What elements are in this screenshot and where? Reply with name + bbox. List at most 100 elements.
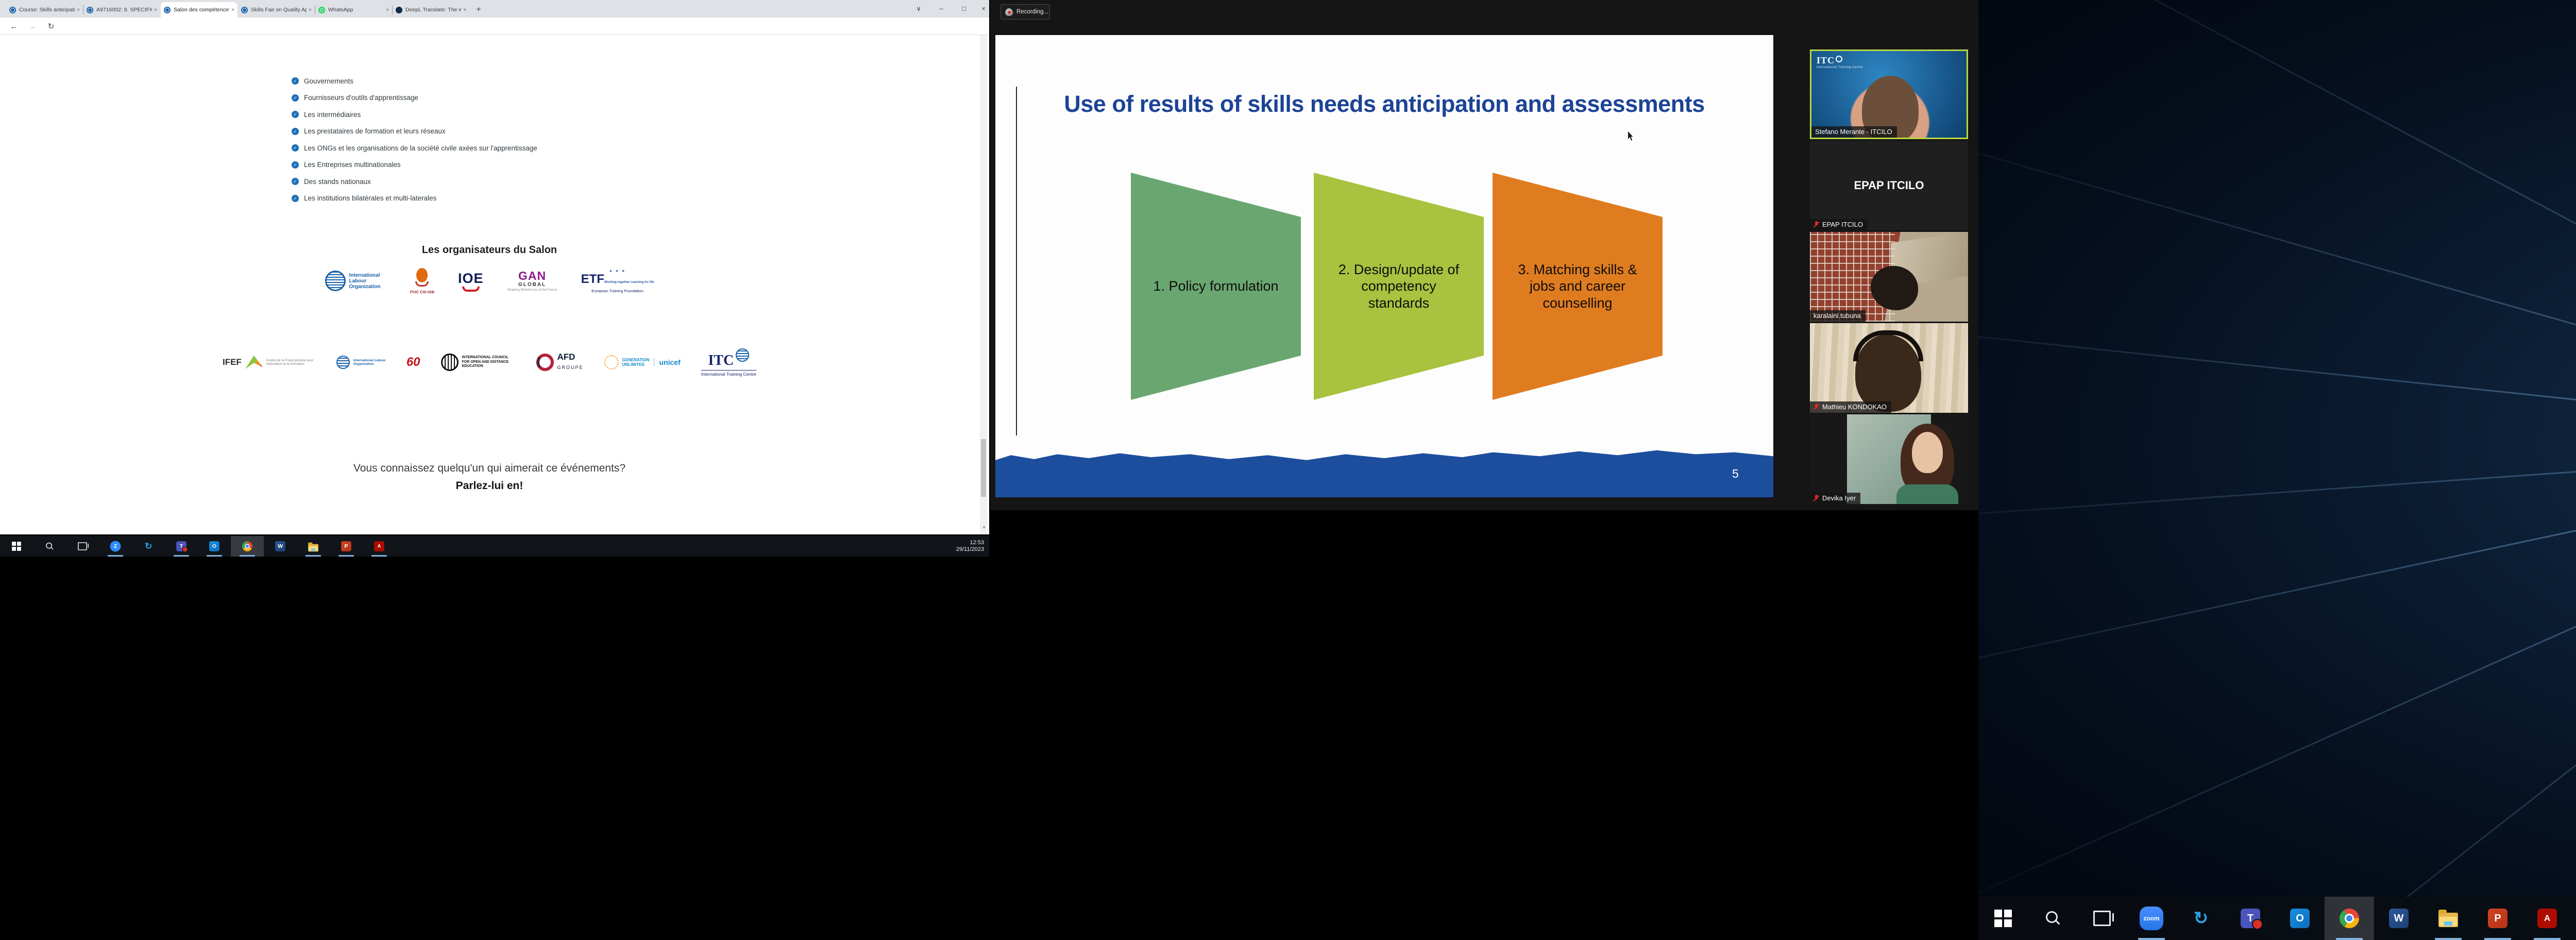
tab-whatsapp[interactable]: WhatsApp ×: [315, 2, 392, 18]
taskbar-acrobat-app[interactable]: A: [2522, 897, 2572, 940]
scrollbar-thumb[interactable]: [981, 439, 986, 497]
participant-name-label: Stefano Merante - ITCILO: [1811, 126, 1897, 138]
taskbar-chrome-app[interactable]: [2325, 897, 2374, 940]
taskbar-file-explorer[interactable]: [2424, 897, 2473, 940]
taskbar-chrome-app[interactable]: [231, 536, 264, 557]
taskbar-sync-app[interactable]: ↻: [132, 536, 165, 557]
zoom-app-icon: Z: [110, 541, 121, 552]
running-indicator: [2534, 938, 2561, 940]
participant-tile-mathieu[interactable]: Mathieu KONDOKAO: [1810, 323, 1968, 413]
reload-button[interactable]: ↻: [45, 21, 57, 32]
head-shape: [1871, 266, 1918, 310]
footer-cta: Parlez-lui en!: [0, 480, 979, 492]
taskbar-zoom-app[interactable]: Z: [99, 536, 132, 557]
logo-subtext: Institut de la Francophonie pour l'éduca…: [266, 359, 316, 366]
tab-salon-des-competences[interactable]: Salon des compétences sur les a ×: [161, 2, 238, 18]
light-beam: [1978, 0, 2576, 444]
whatsapp-favicon: [318, 7, 325, 13]
tab-close-icon[interactable]: ×: [463, 7, 466, 13]
teams-app-icon: T: [176, 541, 187, 551]
etf-logo: ★ ★ ★ ETFWorking together Learning for l…: [581, 269, 654, 293]
logo-text: AFD: [557, 352, 575, 362]
window-minimize-button[interactable]: –: [931, 0, 951, 18]
footer-question: Vous connaissez quelqu'un qui aimerait c…: [0, 462, 979, 475]
taskbar-word-app[interactable]: W: [264, 536, 297, 557]
etf-stars-icon: ★ ★ ★: [609, 269, 626, 273]
taskbar-teams-app[interactable]: T: [2226, 897, 2275, 940]
afd-ring-icon: [536, 354, 554, 371]
tab-close-icon[interactable]: ×: [231, 7, 234, 13]
tab-label: WhatsApp: [328, 7, 384, 13]
notification-badge: [2252, 919, 2263, 930]
list-item-text: Les intermédiaires: [304, 111, 361, 119]
tab-specific-challenges[interactable]: A9716002: 8. SPECIFIC CHALLEN ×: [83, 2, 160, 18]
logo-subtext: GLOBAL: [518, 282, 546, 288]
start-button[interactable]: [0, 536, 33, 557]
recording-indicator[interactable]: Recording...: [1001, 4, 1050, 20]
list-item-text: Des stands nationaux: [304, 178, 371, 186]
tab-label: Course: Skills anticipation and m: [19, 7, 75, 13]
search-button[interactable]: [2028, 897, 2077, 940]
taskbar-right-monitor: zoom ↻ T O W P A 12:53 29/11/2023: [1978, 897, 2576, 940]
taskbar-outlook-app[interactable]: O: [198, 536, 231, 557]
participant-tile-epap[interactable]: EPAP ITCILO EPAP ITCILO: [1810, 141, 1968, 230]
tab-close-icon[interactable]: ×: [77, 7, 80, 13]
logo-text: IFEF: [223, 357, 242, 367]
list-item: ✓Les prestataires de formation et leurs …: [292, 123, 537, 140]
tab-close-icon[interactable]: ×: [154, 7, 157, 13]
step-matching-skills-jobs: 3. Matching skills & jobs and career cou…: [1493, 173, 1663, 400]
start-button[interactable]: [1978, 897, 2028, 940]
forward-button[interactable]: →: [27, 21, 38, 32]
scrollbar-down-arrow[interactable]: ▾: [981, 525, 987, 532]
word-app-icon: W: [2389, 909, 2409, 928]
taskbar-teams-app[interactable]: T: [165, 536, 198, 557]
tab-close-icon[interactable]: ×: [309, 7, 312, 13]
tab-label: A9716002: 8. SPECIFIC CHALLEN: [96, 7, 152, 13]
logo-text: ITC: [708, 352, 734, 368]
taskbar-powerpoint-app[interactable]: P: [2473, 897, 2522, 940]
check-icon: ✓: [292, 94, 299, 102]
logo-text: ITC: [1817, 55, 1835, 65]
taskbar-sync-app[interactable]: ↻: [2176, 897, 2226, 940]
participant-name: EPAP ITCILO: [1822, 221, 1863, 228]
running-indicator: [2138, 938, 2165, 940]
task-view-button[interactable]: [2077, 897, 2127, 940]
acrobat-app-icon: A: [374, 541, 384, 551]
taskbar-zoom-app[interactable]: zoom: [2127, 897, 2176, 940]
running-indicator: [207, 555, 222, 557]
participant-tile-stefano[interactable]: ITC International Training Centre Stefan…: [1810, 49, 1968, 139]
outlook-app-icon: O: [209, 541, 219, 551]
tab-label: Skills Fair on Quality Apprentices: [251, 7, 307, 13]
zoom-app-icon: zoom: [2140, 907, 2163, 930]
tab-skills-fair[interactable]: Skills Fair on Quality Apprentices ×: [238, 2, 315, 18]
task-view-button[interactable]: [66, 536, 99, 557]
taskbar-clock[interactable]: 12:53 29/11/2023: [956, 540, 984, 553]
taskbar-file-explorer[interactable]: [297, 536, 330, 557]
search-button[interactable]: [33, 536, 66, 557]
participant-tile-devika[interactable]: Devika Iyer: [1810, 414, 1968, 504]
itc-logo-overlay: ITC International Training Centre: [1817, 55, 1863, 69]
taskbar-outlook-app[interactable]: O: [2275, 897, 2325, 940]
new-tab-button[interactable]: +: [473, 4, 484, 15]
participant-name: Stefano Merante - ITCILO: [1815, 128, 1892, 136]
tab-deepl[interactable]: DeepL Translate: The world's mo ×: [393, 2, 469, 18]
taskbar-powerpoint-app[interactable]: P: [330, 536, 363, 557]
running-indicator: [174, 555, 189, 557]
task-view-icon: [78, 542, 87, 550]
light-beam: [1978, 442, 2576, 690]
tab-course-skills[interactable]: Course: Skills anticipation and m ×: [6, 2, 83, 18]
tab-close-icon[interactable]: ×: [386, 7, 389, 13]
window-maximize-button[interactable]: □: [954, 0, 974, 18]
taskbar-word-app[interactable]: W: [2374, 897, 2424, 940]
organizer-logos-row: International Labour Organization ITUC C…: [0, 261, 979, 300]
taskbar-acrobat-app[interactable]: A: [363, 536, 396, 557]
window-menu-caret[interactable]: ∨: [909, 0, 928, 18]
icde-globe-icon: [441, 354, 459, 371]
participant-tile-karalaini[interactable]: karalaini.tubuna: [1810, 232, 1968, 322]
clothing-shape: [1896, 484, 1958, 504]
chrome-browser-window: Course: Skills anticipation and m × A971…: [0, 0, 989, 534]
window-close-button[interactable]: ×: [974, 0, 989, 18]
check-icon: ✓: [292, 111, 299, 118]
logo-subtext: unicef: [654, 358, 681, 366]
back-button[interactable]: ←: [8, 21, 20, 32]
